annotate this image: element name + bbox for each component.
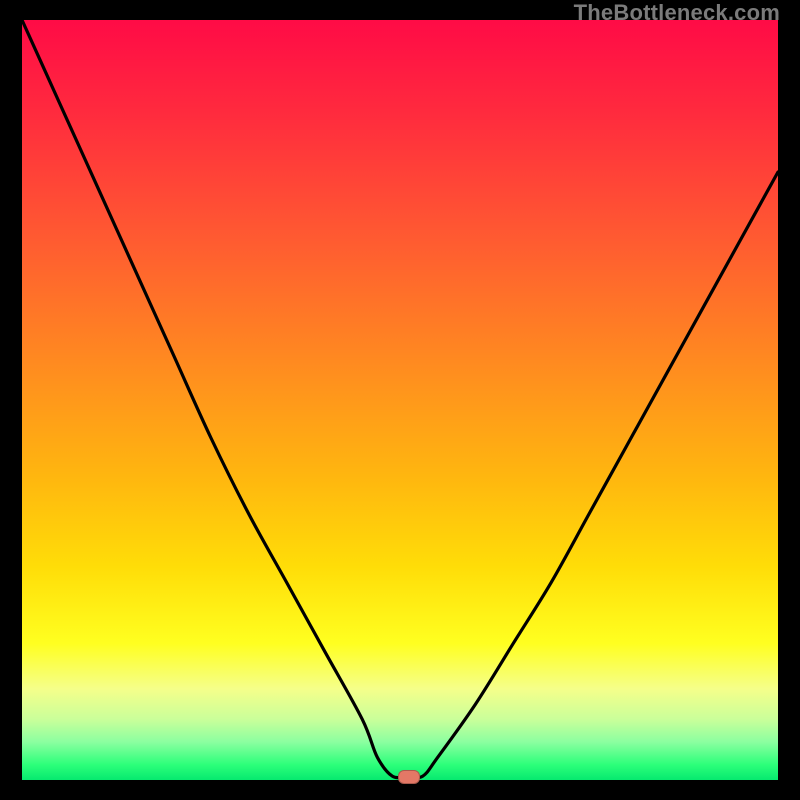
optimum-marker xyxy=(398,770,420,784)
bottleneck-curve xyxy=(22,20,778,780)
chart-frame: TheBottleneck.com xyxy=(0,0,800,800)
